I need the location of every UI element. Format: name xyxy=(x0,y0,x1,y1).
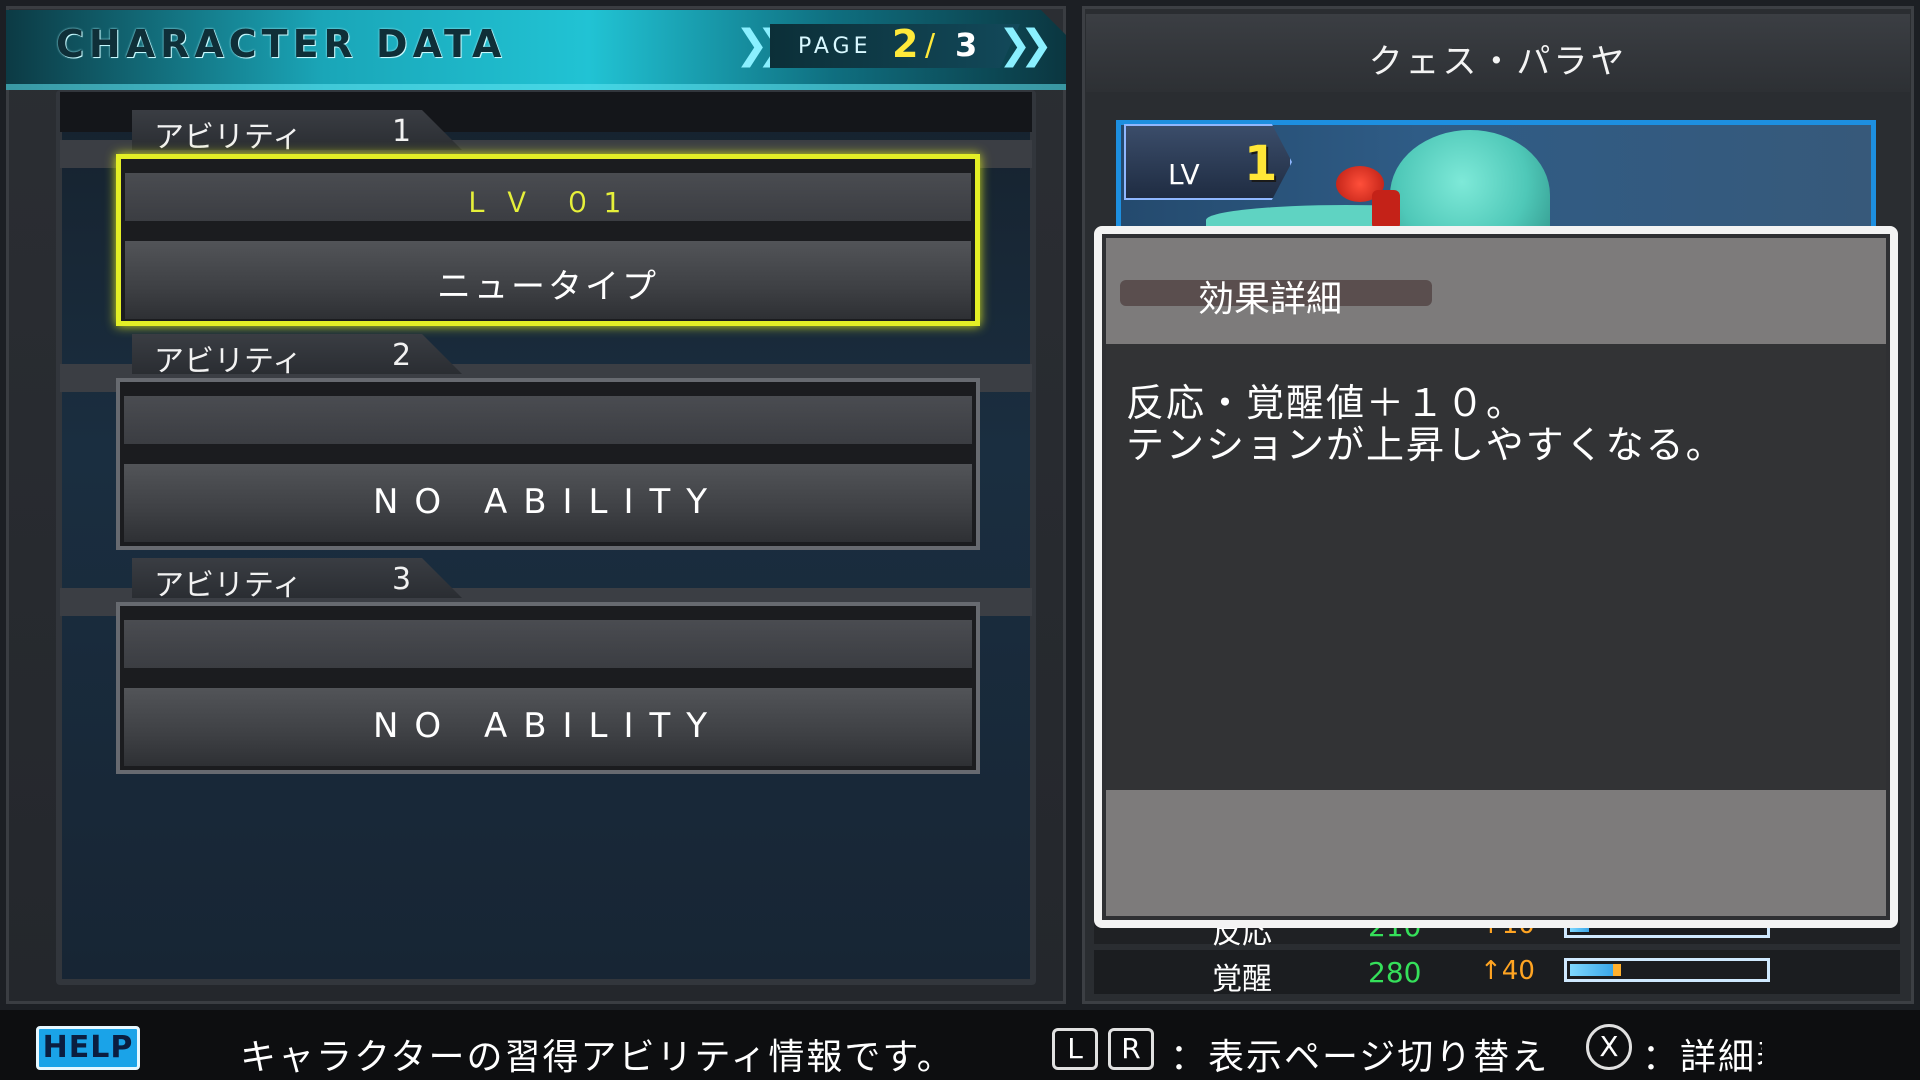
portrait-ribbon xyxy=(1372,190,1400,230)
ability-level: ＬＶ ０1 xyxy=(462,186,634,219)
r-button-icon[interactable]: R xyxy=(1108,1028,1154,1070)
detail-footer xyxy=(1106,790,1886,916)
level-label: LV xyxy=(1168,158,1200,191)
stat-name: 覚醒 xyxy=(1212,962,1272,997)
ability-slot-number: 1 xyxy=(392,114,412,149)
detail-description-line: テンションが上昇しやすくなる。 xyxy=(1126,423,1726,467)
detail-title: 効果詳細 xyxy=(1198,279,1343,320)
stat-growth: ↑40 xyxy=(1480,956,1535,986)
ability-name: NO ABILITY xyxy=(372,706,724,746)
ability-slot-number: 3 xyxy=(392,562,412,597)
stat-bar-growth-tip xyxy=(1613,964,1621,976)
ability-name: NO ABILITY xyxy=(372,482,724,522)
page-separator: / xyxy=(925,28,936,63)
stat-value: 280 xyxy=(1368,956,1422,989)
page-label: PAGE xyxy=(798,34,872,59)
detail-hint: ：詳細表示 xyxy=(1642,1037,1762,1078)
ability-slot-label: アビリティ xyxy=(154,120,303,155)
stat-bar xyxy=(1564,958,1770,982)
ability-slot-label: アビリティ xyxy=(154,344,303,379)
help-text: キャラクターの習得アビリティ情報です。 xyxy=(240,1037,955,1078)
level-value: 1 xyxy=(1244,136,1278,192)
ability-level-row xyxy=(124,396,972,444)
ability-name: ニュータイプ xyxy=(437,267,659,307)
l-button-icon[interactable]: L xyxy=(1052,1028,1098,1070)
ability-slot-number: 2 xyxy=(392,338,412,373)
ability-slot-2[interactable]: NO ABILITY xyxy=(116,378,980,550)
x-button-icon[interactable]: X xyxy=(1586,1024,1632,1070)
page-title: CHARACTER DATA xyxy=(56,22,507,66)
page-switch-hint: ：表示ページ切り替え xyxy=(1170,1037,1550,1078)
ability-slot-label: アビリティ xyxy=(154,568,303,603)
character-name: クェス・パラヤ xyxy=(1368,42,1628,82)
page-total: 3 xyxy=(955,26,978,64)
ability-slot-3[interactable]: NO ABILITY xyxy=(116,602,980,774)
chevron-right-icon[interactable]: ❯❯ xyxy=(998,22,1053,68)
help-badge-label: HELP xyxy=(42,1030,134,1065)
ability-level-row xyxy=(124,620,972,668)
page-current: 2 xyxy=(892,22,919,66)
stat-bar-fill xyxy=(1570,964,1613,976)
ability-slot-1[interactable]: ＬＶ ０1 ニュータイプ xyxy=(116,154,980,326)
